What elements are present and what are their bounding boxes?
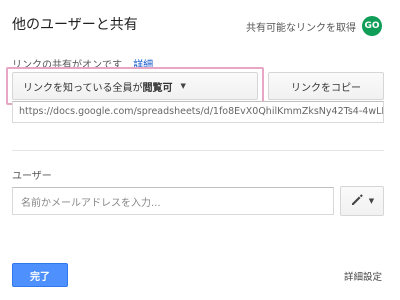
- section-divider: [12, 150, 384, 151]
- get-shareable-link-label: 共有可能なリンクを取得: [246, 22, 356, 34]
- permission-dropdown-button[interactable]: ▼: [340, 186, 384, 216]
- caret-down-icon: ▼: [368, 197, 375, 205]
- share-link-field[interactable]: https://docs.google.com/spreadsheets/d/1…: [12, 101, 384, 123]
- advanced-settings-link[interactable]: 詳細設定: [344, 269, 382, 283]
- copy-link-button[interactable]: リンクをコピー: [268, 72, 384, 100]
- get-shareable-link-button[interactable]: 共有可能なリンクを取得 GO: [246, 16, 382, 36]
- dialog-title: 他のユーザーと共有: [12, 17, 138, 33]
- go-icon: GO: [362, 16, 382, 36]
- users-label: ユーザー: [12, 171, 52, 182]
- done-button[interactable]: 完了: [12, 263, 68, 287]
- link-access-dropdown[interactable]: リンクを知っている全員が 閲覧可 ▼: [12, 72, 258, 100]
- pencil-icon: [350, 192, 364, 211]
- user-email-input[interactable]: 名前かメールアドレスを入力...: [12, 187, 334, 215]
- link-access-text: リンクを知っている全員が: [23, 82, 143, 94]
- link-access-level: 閲覧可: [142, 82, 173, 94]
- caret-down-icon: ▼: [180, 82, 186, 90]
